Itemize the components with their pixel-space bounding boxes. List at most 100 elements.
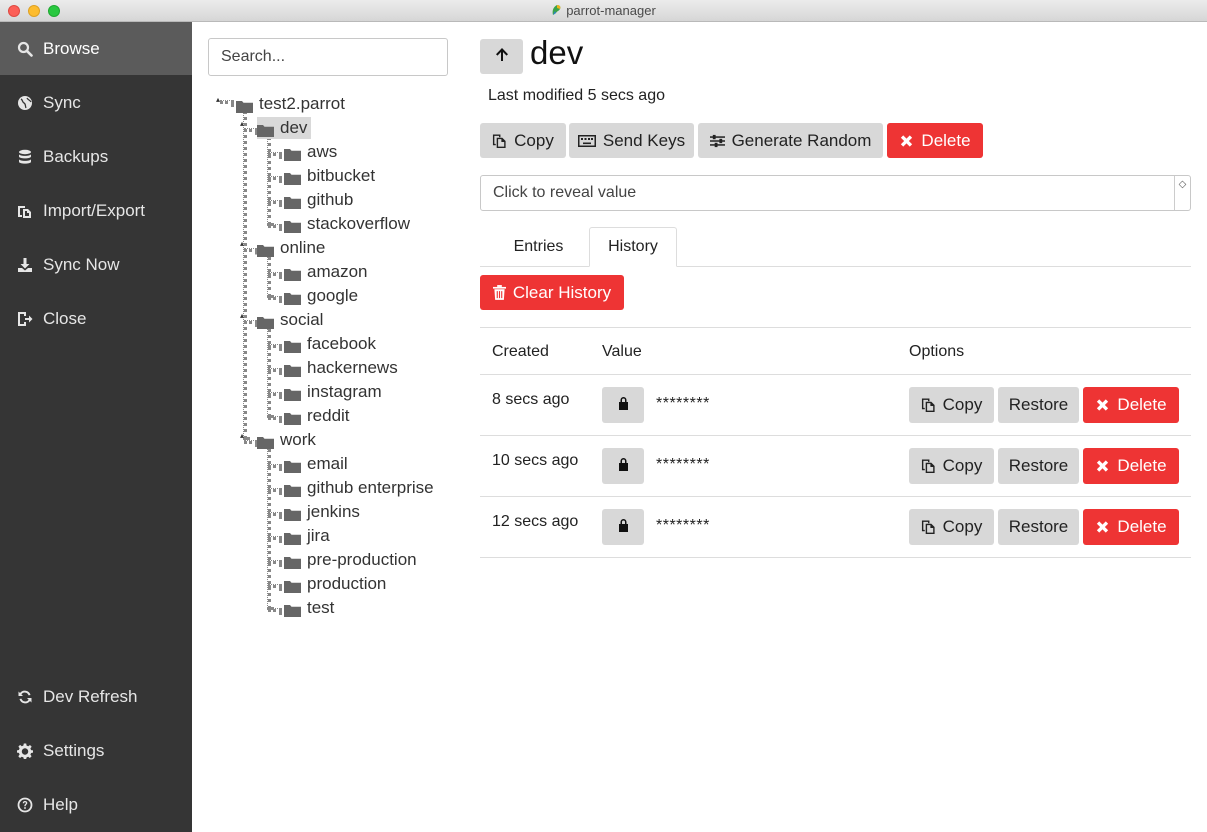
tree-group-dev[interactable]: dev bbox=[257, 117, 312, 139]
tree-connector bbox=[268, 368, 282, 372]
tree-toggle[interactable]: ▴ bbox=[216, 96, 224, 104]
tree-item-instagram[interactable]: instagram bbox=[284, 381, 386, 403]
tree-connector bbox=[268, 464, 282, 468]
tree-group-online[interactable]: online bbox=[257, 237, 329, 259]
tree-item-jira[interactable]: jira bbox=[284, 525, 334, 547]
copy-button[interactable]: Copy bbox=[480, 123, 566, 158]
tab-entries[interactable]: Entries bbox=[480, 227, 597, 267]
sidebar-item-sync-now[interactable]: Sync Now bbox=[0, 238, 192, 291]
sidebar-item-dev-refresh[interactable]: Dev Refresh bbox=[0, 670, 192, 723]
reveal-value-button[interactable] bbox=[602, 448, 644, 484]
sidebar-item-settings[interactable]: Settings bbox=[0, 724, 192, 777]
tree-toggle[interactable]: ▴ bbox=[240, 120, 248, 128]
folder-icon bbox=[284, 290, 301, 305]
tree-item-github-enterprise[interactable]: github enterprise bbox=[284, 477, 438, 499]
tree-item-reddit[interactable]: reddit bbox=[284, 405, 354, 427]
copy-icon bbox=[492, 133, 507, 149]
history-copy-button[interactable]: Copy bbox=[909, 509, 994, 545]
history-value: ******** bbox=[656, 456, 710, 473]
history-delete-button[interactable]: Delete bbox=[1083, 509, 1179, 545]
reveal-value-button[interactable] bbox=[602, 509, 644, 545]
tree-item-amazon[interactable]: amazon bbox=[284, 261, 371, 283]
tab-history[interactable]: History bbox=[589, 227, 677, 267]
reveal-value-field[interactable]: Click to reveal value ◇ bbox=[480, 175, 1191, 211]
copy-icon bbox=[921, 458, 936, 474]
history-created: 10 secs ago bbox=[492, 452, 579, 469]
tree-connector bbox=[268, 608, 282, 612]
table-row-divider bbox=[480, 374, 1191, 375]
sidebar-item-label: Browse bbox=[43, 38, 100, 58]
tree-toggle[interactable]: ▴ bbox=[240, 240, 248, 248]
close-icon bbox=[899, 133, 914, 149]
folder-icon bbox=[284, 194, 301, 209]
gear-icon bbox=[16, 742, 34, 760]
navigate-up-button[interactable] bbox=[480, 39, 523, 74]
tree-item-facebook[interactable]: facebook bbox=[284, 333, 380, 355]
copy-icon bbox=[921, 519, 936, 535]
clear-history-button[interactable]: Clear History bbox=[480, 275, 624, 310]
folder-icon bbox=[284, 218, 301, 233]
sidebar-item-help[interactable]: Help bbox=[0, 778, 192, 831]
group-tree: ▴ test2.parrot ▴ dev aws bitbucket githu… bbox=[208, 90, 468, 630]
tree-connector bbox=[268, 296, 282, 300]
sidebar-item-import-export[interactable]: Import/Export bbox=[0, 184, 192, 237]
column-header-value: Value bbox=[602, 343, 642, 360]
tree-root[interactable]: test2.parrot bbox=[236, 93, 349, 115]
resize-handle-icon[interactable]: ◇ bbox=[1174, 176, 1190, 210]
sidebar-item-backups[interactable]: Backups bbox=[0, 130, 192, 183]
table-row-divider bbox=[480, 435, 1191, 436]
refresh-icon bbox=[16, 688, 34, 706]
generate-random-button[interactable]: Generate Random bbox=[698, 123, 883, 158]
tree-connector bbox=[244, 440, 258, 444]
close-icon bbox=[1095, 397, 1110, 413]
delete-entry-button[interactable]: Delete bbox=[887, 123, 983, 158]
sidebar-item-sync[interactable]: Sync bbox=[0, 76, 192, 129]
history-copy-button[interactable]: Copy bbox=[909, 448, 994, 484]
folder-icon bbox=[257, 314, 274, 329]
history-created: 8 secs ago bbox=[492, 391, 570, 408]
folder-icon bbox=[284, 578, 301, 593]
lock-icon bbox=[618, 518, 629, 537]
folder-icon bbox=[257, 122, 274, 137]
history-restore-button[interactable]: Restore bbox=[998, 509, 1079, 545]
folder-icon bbox=[284, 458, 301, 473]
tree-group-work[interactable]: work bbox=[257, 429, 320, 451]
tree-item-bitbucket[interactable]: bitbucket bbox=[284, 165, 379, 187]
history-delete-button[interactable]: Delete bbox=[1083, 448, 1179, 484]
tree-item-email[interactable]: email bbox=[284, 453, 352, 475]
search-input[interactable] bbox=[208, 38, 448, 76]
column-header-options: Options bbox=[909, 343, 965, 360]
tree-item-github[interactable]: github bbox=[284, 189, 357, 211]
tree-item-jenkins[interactable]: jenkins bbox=[284, 501, 364, 523]
tree-item-google[interactable]: google bbox=[284, 285, 362, 307]
history-restore-button[interactable]: Restore bbox=[998, 387, 1079, 423]
sidebar-item-close[interactable]: Close bbox=[0, 292, 192, 345]
tree-item-stackoverflow[interactable]: stackoverflow bbox=[284, 213, 414, 235]
tree-connector bbox=[267, 256, 271, 298]
tree-connector bbox=[268, 584, 282, 588]
tree-toggle[interactable]: ▴ bbox=[240, 312, 248, 320]
tree-connector bbox=[268, 272, 282, 276]
tree-connector bbox=[267, 328, 271, 418]
tree-item-production[interactable]: production bbox=[284, 573, 390, 595]
tree-group-social[interactable]: social bbox=[257, 309, 327, 331]
tree-connector bbox=[268, 536, 282, 540]
tree-item-pre-production[interactable]: pre-production bbox=[284, 549, 421, 571]
tree-toggle[interactable]: ▴ bbox=[240, 432, 248, 440]
column-header-created: Created bbox=[492, 343, 549, 360]
folder-icon bbox=[284, 530, 301, 545]
sidebar-item-browse[interactable]: Browse bbox=[0, 22, 192, 75]
history-restore-button[interactable]: Restore bbox=[998, 448, 1079, 484]
tree-item-aws[interactable]: aws bbox=[284, 141, 341, 163]
tree-connector bbox=[268, 416, 282, 420]
send-keys-button[interactable]: Send Keys bbox=[569, 123, 694, 158]
trash-icon bbox=[492, 285, 506, 300]
folder-icon bbox=[284, 482, 301, 497]
history-copy-button[interactable]: Copy bbox=[909, 387, 994, 423]
tree-connector bbox=[268, 200, 282, 204]
tree-item-hackernews[interactable]: hackernews bbox=[284, 357, 402, 379]
folder-icon bbox=[284, 362, 301, 377]
reveal-value-button[interactable] bbox=[602, 387, 644, 423]
history-delete-button[interactable]: Delete bbox=[1083, 387, 1179, 423]
tree-item-test[interactable]: test bbox=[284, 597, 338, 619]
